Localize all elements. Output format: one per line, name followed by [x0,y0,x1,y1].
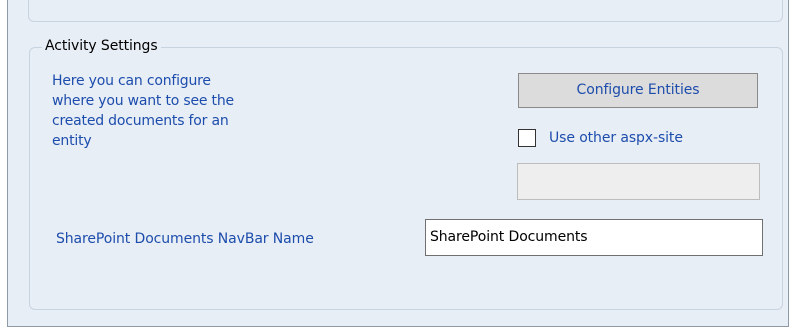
upper-group-box [28,0,783,22]
sharepoint-navbar-name-input[interactable]: SharePoint Documents [425,219,763,256]
use-other-aspx-site-label[interactable]: Use other aspx-site [549,128,683,148]
configure-entities-button[interactable]: Configure Entities [518,73,758,108]
use-other-aspx-site-row[interactable]: Use other aspx-site [518,126,683,150]
use-other-aspx-site-checkbox[interactable] [518,129,536,147]
activity-settings-title: Activity Settings [42,36,161,56]
aspx-site-input[interactable] [517,163,760,200]
sharepoint-navbar-name-label: SharePoint Documents NavBar Name [56,231,314,247]
activity-settings-description: Here you can configure where you want to… [52,73,234,149]
